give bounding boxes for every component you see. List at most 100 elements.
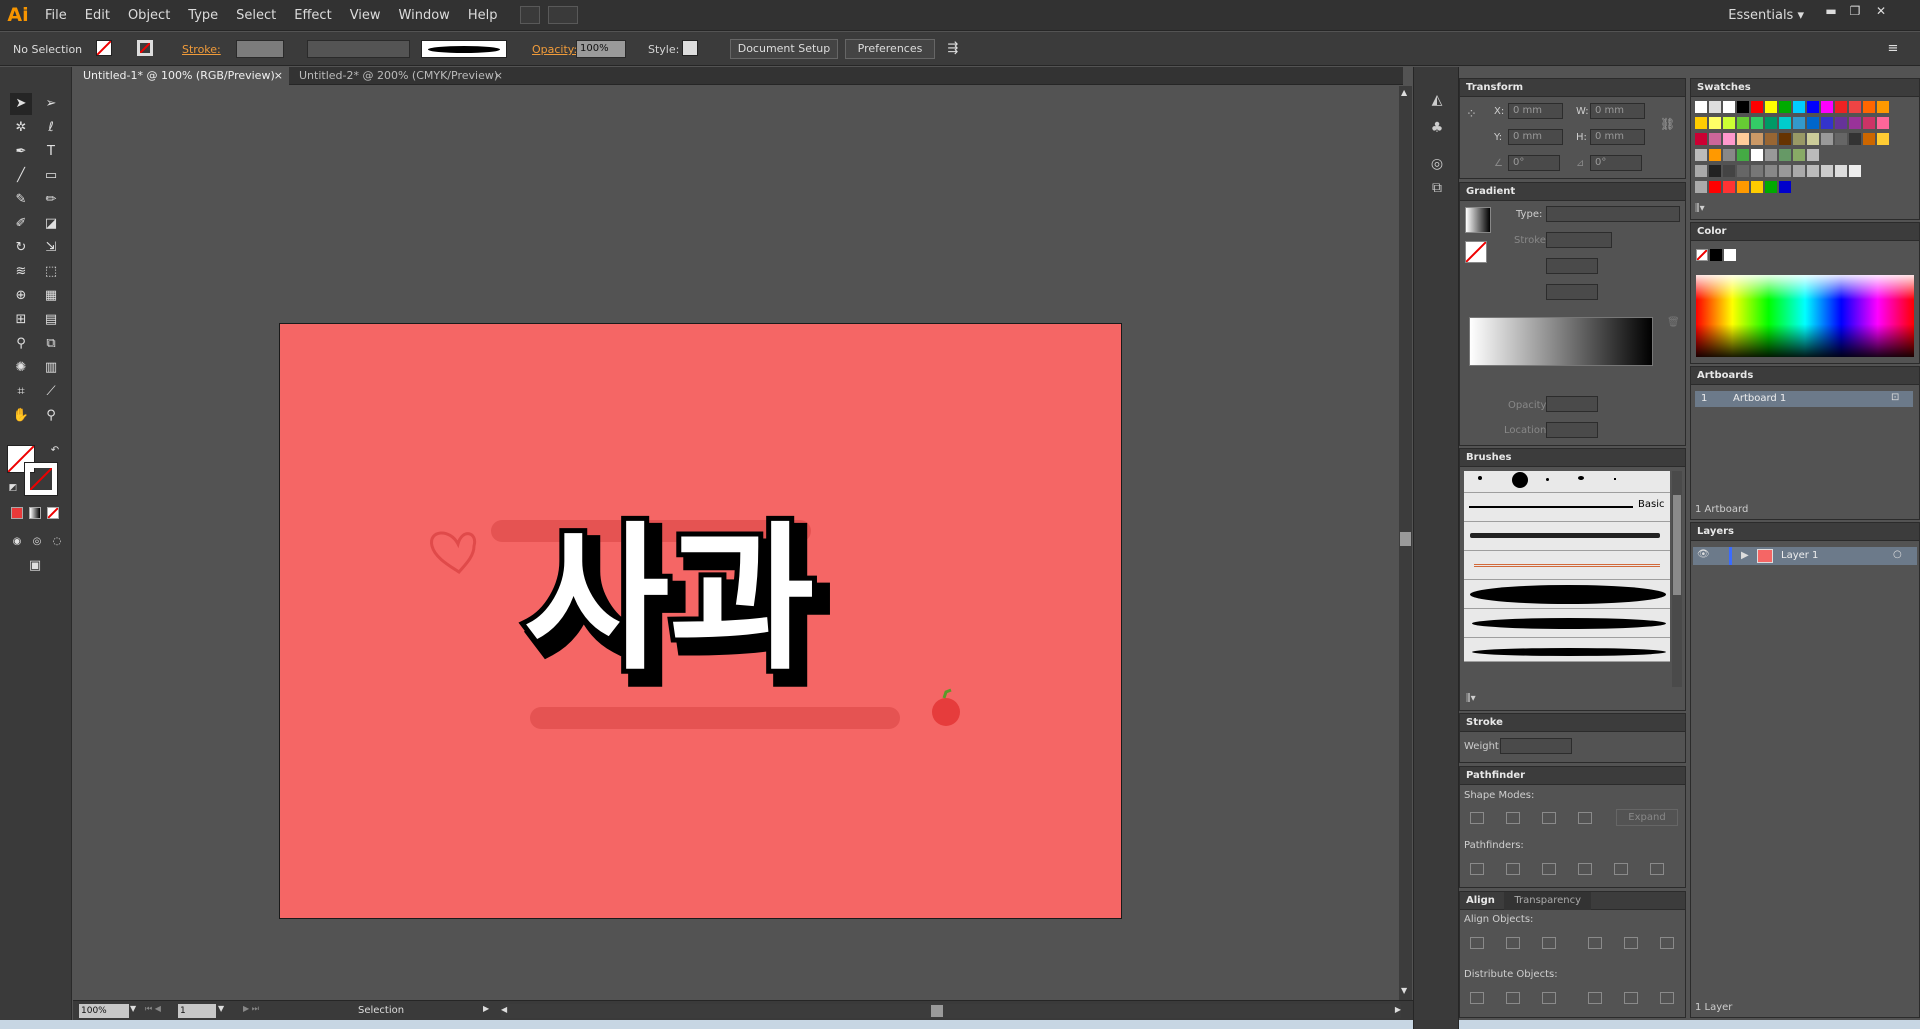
delete-stop-icon[interactable]: 🗑 xyxy=(1667,317,1680,328)
expand-layer-icon[interactable]: ▶ xyxy=(1741,550,1749,561)
gradient-opacity-field[interactable] xyxy=(1546,396,1598,412)
align-tab[interactable]: Align xyxy=(1460,895,1501,906)
color-black-swatch[interactable] xyxy=(1710,249,1722,261)
zoom-dropdown-icon[interactable]: ▼ xyxy=(130,1004,136,1013)
gradient-angle-field[interactable] xyxy=(1546,258,1598,274)
swatch[interactable] xyxy=(1807,101,1819,113)
hand-tool-icon[interactable]: ✋ xyxy=(10,405,32,427)
swatch[interactable] xyxy=(1779,133,1791,145)
swatch[interactable] xyxy=(1779,117,1791,129)
swatch[interactable] xyxy=(1737,117,1749,129)
direct-selection-tool-icon[interactable]: ➢ xyxy=(40,93,62,115)
swatch-grid[interactable] xyxy=(1695,101,1895,201)
swatch[interactable] xyxy=(1793,149,1805,161)
minimize-icon[interactable]: ▬ xyxy=(1820,3,1842,19)
gradient-swatch[interactable] xyxy=(1465,207,1491,233)
eraser-tool-icon[interactable]: ◪ xyxy=(40,213,62,235)
brushes-scrollbar[interactable] xyxy=(1672,471,1682,687)
column-graph-tool-icon[interactable]: ▥ xyxy=(40,357,62,379)
next-artboard-icon[interactable]: ▶ ⏭ xyxy=(243,1004,259,1014)
swatch[interactable] xyxy=(1849,101,1861,113)
swatch[interactable] xyxy=(1737,149,1749,161)
w-field[interactable]: 0 mm xyxy=(1590,103,1645,119)
swatch[interactable] xyxy=(1835,117,1847,129)
swatch[interactable] xyxy=(1807,117,1819,129)
artboard[interactable]: 사과 사과 xyxy=(279,323,1122,919)
gradient-mode-icon[interactable] xyxy=(29,507,41,519)
swatch[interactable] xyxy=(1695,117,1707,129)
swatch[interactable] xyxy=(1737,181,1749,193)
menu-object[interactable]: Object xyxy=(119,0,179,31)
layer-target-icon[interactable]: ○ xyxy=(1893,549,1902,560)
brush-libraries-icon[interactable]: ⫼▾ xyxy=(1466,693,1476,704)
distribute-right-icon[interactable] xyxy=(1660,992,1674,1004)
draw-inside-icon[interactable]: ◌ xyxy=(46,531,68,553)
bridge-icon[interactable] xyxy=(520,6,541,24)
stroke-color-box[interactable] xyxy=(24,462,58,496)
gradient-type-dropdown[interactable] xyxy=(1546,206,1680,222)
default-fill-stroke-icon[interactable]: ◩ xyxy=(2,477,24,499)
close-window-icon[interactable]: ✕ xyxy=(1870,3,1892,19)
distribute-hcenter-icon[interactable] xyxy=(1624,992,1638,1004)
crop-icon[interactable] xyxy=(1578,863,1592,875)
brush-arrow[interactable] xyxy=(1464,551,1670,580)
swatch[interactable] xyxy=(1821,117,1833,129)
rectangle-tool-icon[interactable]: ▭ xyxy=(40,165,62,187)
scroll-left-icon[interactable]: ◀ xyxy=(501,1005,507,1014)
mesh-tool-icon[interactable]: ⊞ xyxy=(10,309,32,331)
swatch[interactable] xyxy=(1877,133,1889,145)
swatch[interactable] xyxy=(1779,181,1791,193)
swatch[interactable] xyxy=(1765,181,1777,193)
swatch[interactable] xyxy=(1849,117,1861,129)
align-left-icon[interactable] xyxy=(1470,937,1484,949)
swatch[interactable] xyxy=(1807,133,1819,145)
swatch[interactable] xyxy=(1709,181,1721,193)
perspective-grid-tool-icon[interactable]: ▦ xyxy=(40,285,62,307)
artboard-row[interactable]: 1 Artboard 1 ⊡ xyxy=(1695,391,1913,407)
rotate-tool-icon[interactable]: ↻ xyxy=(10,237,32,259)
swatch[interactable] xyxy=(1723,149,1735,161)
swatch[interactable] xyxy=(1751,165,1763,177)
swatch[interactable] xyxy=(1751,117,1763,129)
swatch[interactable] xyxy=(1737,133,1749,145)
paintbrush-tool-icon[interactable]: ✎ xyxy=(10,189,32,211)
menu-effect[interactable]: Effect xyxy=(285,0,340,31)
stroke-label[interactable]: Stroke: xyxy=(182,40,221,59)
transparency-tab[interactable]: Transparency xyxy=(1504,892,1592,910)
hscroll-thumb[interactable] xyxy=(931,1005,943,1017)
panel-menu-icon[interactable]: ≡ xyxy=(1882,38,1904,60)
x-field[interactable]: 0 mm xyxy=(1508,103,1563,119)
color-none-icon[interactable] xyxy=(1696,249,1708,261)
color-spectrum[interactable] xyxy=(1696,275,1914,357)
swatch[interactable] xyxy=(1695,101,1707,113)
swatch[interactable] xyxy=(1695,181,1707,193)
swatch[interactable] xyxy=(1737,101,1749,113)
swatch[interactable] xyxy=(1723,101,1735,113)
lasso-tool-icon[interactable]: ℓ xyxy=(40,117,62,139)
scroll-down-icon[interactable]: ▼ xyxy=(1401,986,1407,995)
shear-field[interactable]: 0° xyxy=(1590,155,1642,171)
menu-view[interactable]: View xyxy=(341,0,390,31)
swap-fill-stroke-icon[interactable]: ↶ xyxy=(44,440,66,462)
width-tool-icon[interactable]: ≋ xyxy=(10,261,32,283)
swatch[interactable] xyxy=(1709,101,1721,113)
brush-charcoal[interactable] xyxy=(1464,522,1670,551)
preferences-button[interactable]: Preferences xyxy=(845,39,935,59)
variable-width-dropdown[interactable] xyxy=(307,40,410,58)
gradient-stroke-options[interactable] xyxy=(1546,232,1612,248)
line-tool-icon[interactable]: ╱ xyxy=(10,165,32,187)
h-field[interactable]: 0 mm xyxy=(1590,129,1645,145)
color-white-swatch[interactable] xyxy=(1724,249,1736,261)
stroke-swatch-icon[interactable] xyxy=(137,40,153,56)
swatch[interactable] xyxy=(1723,117,1735,129)
swatch[interactable] xyxy=(1765,117,1777,129)
vertical-scrollbar[interactable]: ▲ ▼ xyxy=(1399,86,1412,1000)
swatch[interactable] xyxy=(1765,165,1777,177)
tab-close-icon[interactable]: × xyxy=(494,67,503,85)
swatch[interactable] xyxy=(1821,101,1833,113)
menu-file[interactable]: File xyxy=(36,0,76,31)
swatch[interactable] xyxy=(1695,133,1707,145)
menu-window[interactable]: Window xyxy=(390,0,459,31)
arrange-icon[interactable]: ⇶ xyxy=(942,38,964,60)
menu-edit[interactable]: Edit xyxy=(76,0,119,31)
